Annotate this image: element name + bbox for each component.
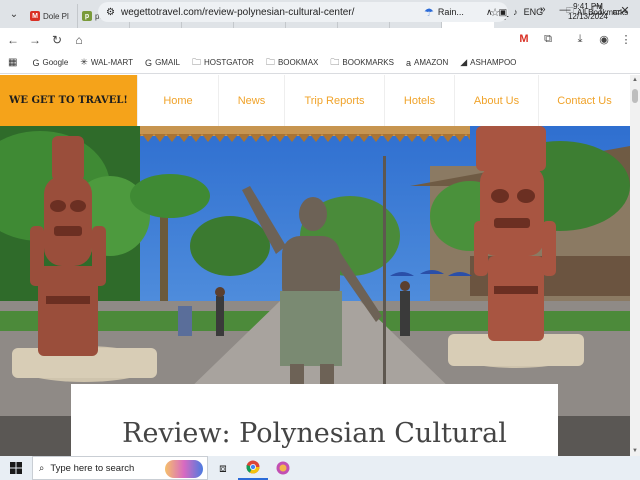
reload-icon[interactable]: ↻ (46, 29, 68, 51)
bookmark-label: AMAZON (414, 58, 449, 67)
profile-avatar-icon[interactable]: ◉ (594, 29, 614, 49)
gmail-extension-icon[interactable]: M (514, 29, 534, 49)
download-icon[interactable]: ⤓ (570, 29, 590, 49)
taskbar-search-placeholder: Type here to search (50, 462, 135, 474)
mail-icon: M (30, 11, 40, 21)
bookmark-item[interactable]: 🗀 HOSTGATOR (189, 55, 257, 71)
back-icon[interactable]: ← (2, 29, 24, 51)
task-view-icon[interactable]: ⧈ (208, 456, 238, 480)
bookmark-item[interactable]: 🗀 BOOKMAX (263, 55, 321, 71)
network-icon[interactable]: ▣ (499, 7, 508, 18)
bookmark-item[interactable]: G GMAIL (142, 55, 183, 71)
taskbar-search-box[interactable]: ⌕ Type here to search (32, 456, 208, 480)
bookmark-label: BOOKMARKS (342, 58, 394, 67)
tray-chevron-icon[interactable]: ∧ (486, 7, 493, 18)
taskbar: ⌕ Type here to search ⧈ (0, 456, 640, 480)
windows-start-icon[interactable] (0, 456, 32, 480)
apps-grid-icon[interactable]: ▦ (8, 57, 17, 68)
browser-tab[interactable]: M Dole Pl (26, 4, 78, 28)
search-icon: ⌕ (39, 462, 45, 474)
ashampoo-icon: ◢ (460, 57, 468, 67)
article-title: Review: Polynesian Cultural (122, 418, 507, 449)
bookmark-label: BOOKMAX (277, 58, 319, 67)
browser-menu-icon[interactable]: ⋮ (616, 29, 636, 49)
scroll-up-icon[interactable]: ▲ (632, 77, 638, 83)
nav-home[interactable]: Home (137, 75, 218, 126)
folder-icon: 🗀 (191, 56, 201, 67)
home-icon[interactable]: ⌂ (68, 29, 90, 51)
chrome-taskbar-icon[interactable] (238, 456, 268, 480)
folder-icon: 🗀 (330, 56, 340, 67)
tab-search-icon[interactable]: ⌄ (4, 4, 24, 24)
weather-label: Rain... (437, 7, 464, 17)
bookmark-item[interactable]: 🗀 BOOKMARKS (327, 55, 397, 71)
bookmark-item[interactable]: a AMAZON (403, 55, 451, 71)
extensions-icon[interactable]: ⧉ (538, 29, 558, 49)
rain-cloud-icon: ☂ (424, 6, 434, 19)
nav-about-us[interactable]: About Us (454, 75, 538, 126)
clock-time: 9:41 PM (573, 2, 603, 11)
folder-icon: 🗀 (265, 56, 275, 67)
language-indicator[interactable]: ENG (524, 7, 544, 17)
nav-contact-us[interactable]: Contact Us (538, 75, 630, 126)
site-header: WE GET TO TRAVEL! Home News Trip Reports… (0, 75, 630, 126)
bookmark-item[interactable]: ✳ WAL-MART (77, 55, 136, 71)
scroll-down-icon[interactable]: ▼ (632, 448, 638, 454)
nav-trip-reports[interactable]: Trip Reports (284, 75, 384, 126)
volume-icon[interactable]: ♪ (513, 7, 518, 17)
scrollbar-thumb[interactable] (632, 89, 638, 103)
weather-widget[interactable]: ☂ Rain... (424, 0, 464, 24)
system-tray: ∧ ▣ ♪ ENG (486, 0, 543, 24)
bookmark-item[interactable]: ◢ ASHAMPOO (457, 55, 519, 71)
bookmark-label: Google (42, 58, 69, 67)
search-highlight-icon (165, 460, 203, 478)
clock-date: 12/13/2024 (567, 12, 609, 21)
article-card: Review: Polynesian Cultural (71, 384, 558, 456)
site-info-icon[interactable]: ⚙ (106, 7, 115, 18)
bookmark-label: ASHAMPOO (470, 58, 517, 67)
nav-hotels[interactable]: Hotels (384, 75, 454, 126)
system-clock[interactable]: 9:41 PM 12/13/2024 (566, 2, 610, 22)
bookmarks-bar: ▦ G Google ✳ WAL-MART G GMAIL 🗀 HOSTGATOR 🗀 BOOKM… (0, 52, 640, 74)
bookmark-item[interactable]: G Google (29, 55, 71, 71)
bookmark-label: WAL-MART (90, 58, 134, 67)
walmart-icon: ✳ (80, 57, 88, 67)
google-icon: G (32, 57, 40, 68)
site-icon: p (82, 11, 92, 21)
bookmark-label: HOSTGATOR (203, 58, 254, 67)
forward-icon[interactable]: → (24, 29, 46, 51)
photos-taskbar-icon[interactable] (268, 456, 298, 480)
google-icon: G (145, 57, 153, 68)
url-text[interactable]: wegettotravel.com/review-polynesian-cult… (121, 7, 354, 18)
tab-title: Dole Pl (43, 11, 69, 21)
notification-icon[interactable]: ▭ (612, 5, 622, 18)
nav-news[interactable]: News (218, 75, 284, 126)
bookmark-label: GMAIL (155, 58, 180, 67)
site-nav: Home News Trip Reports Hotels About Us C… (137, 75, 630, 126)
page-scrollbar[interactable]: ▲ ▼ (630, 75, 640, 456)
amazon-icon: a (405, 57, 411, 68)
site-logo[interactable]: WE GET TO TRAVEL! (0, 75, 137, 126)
